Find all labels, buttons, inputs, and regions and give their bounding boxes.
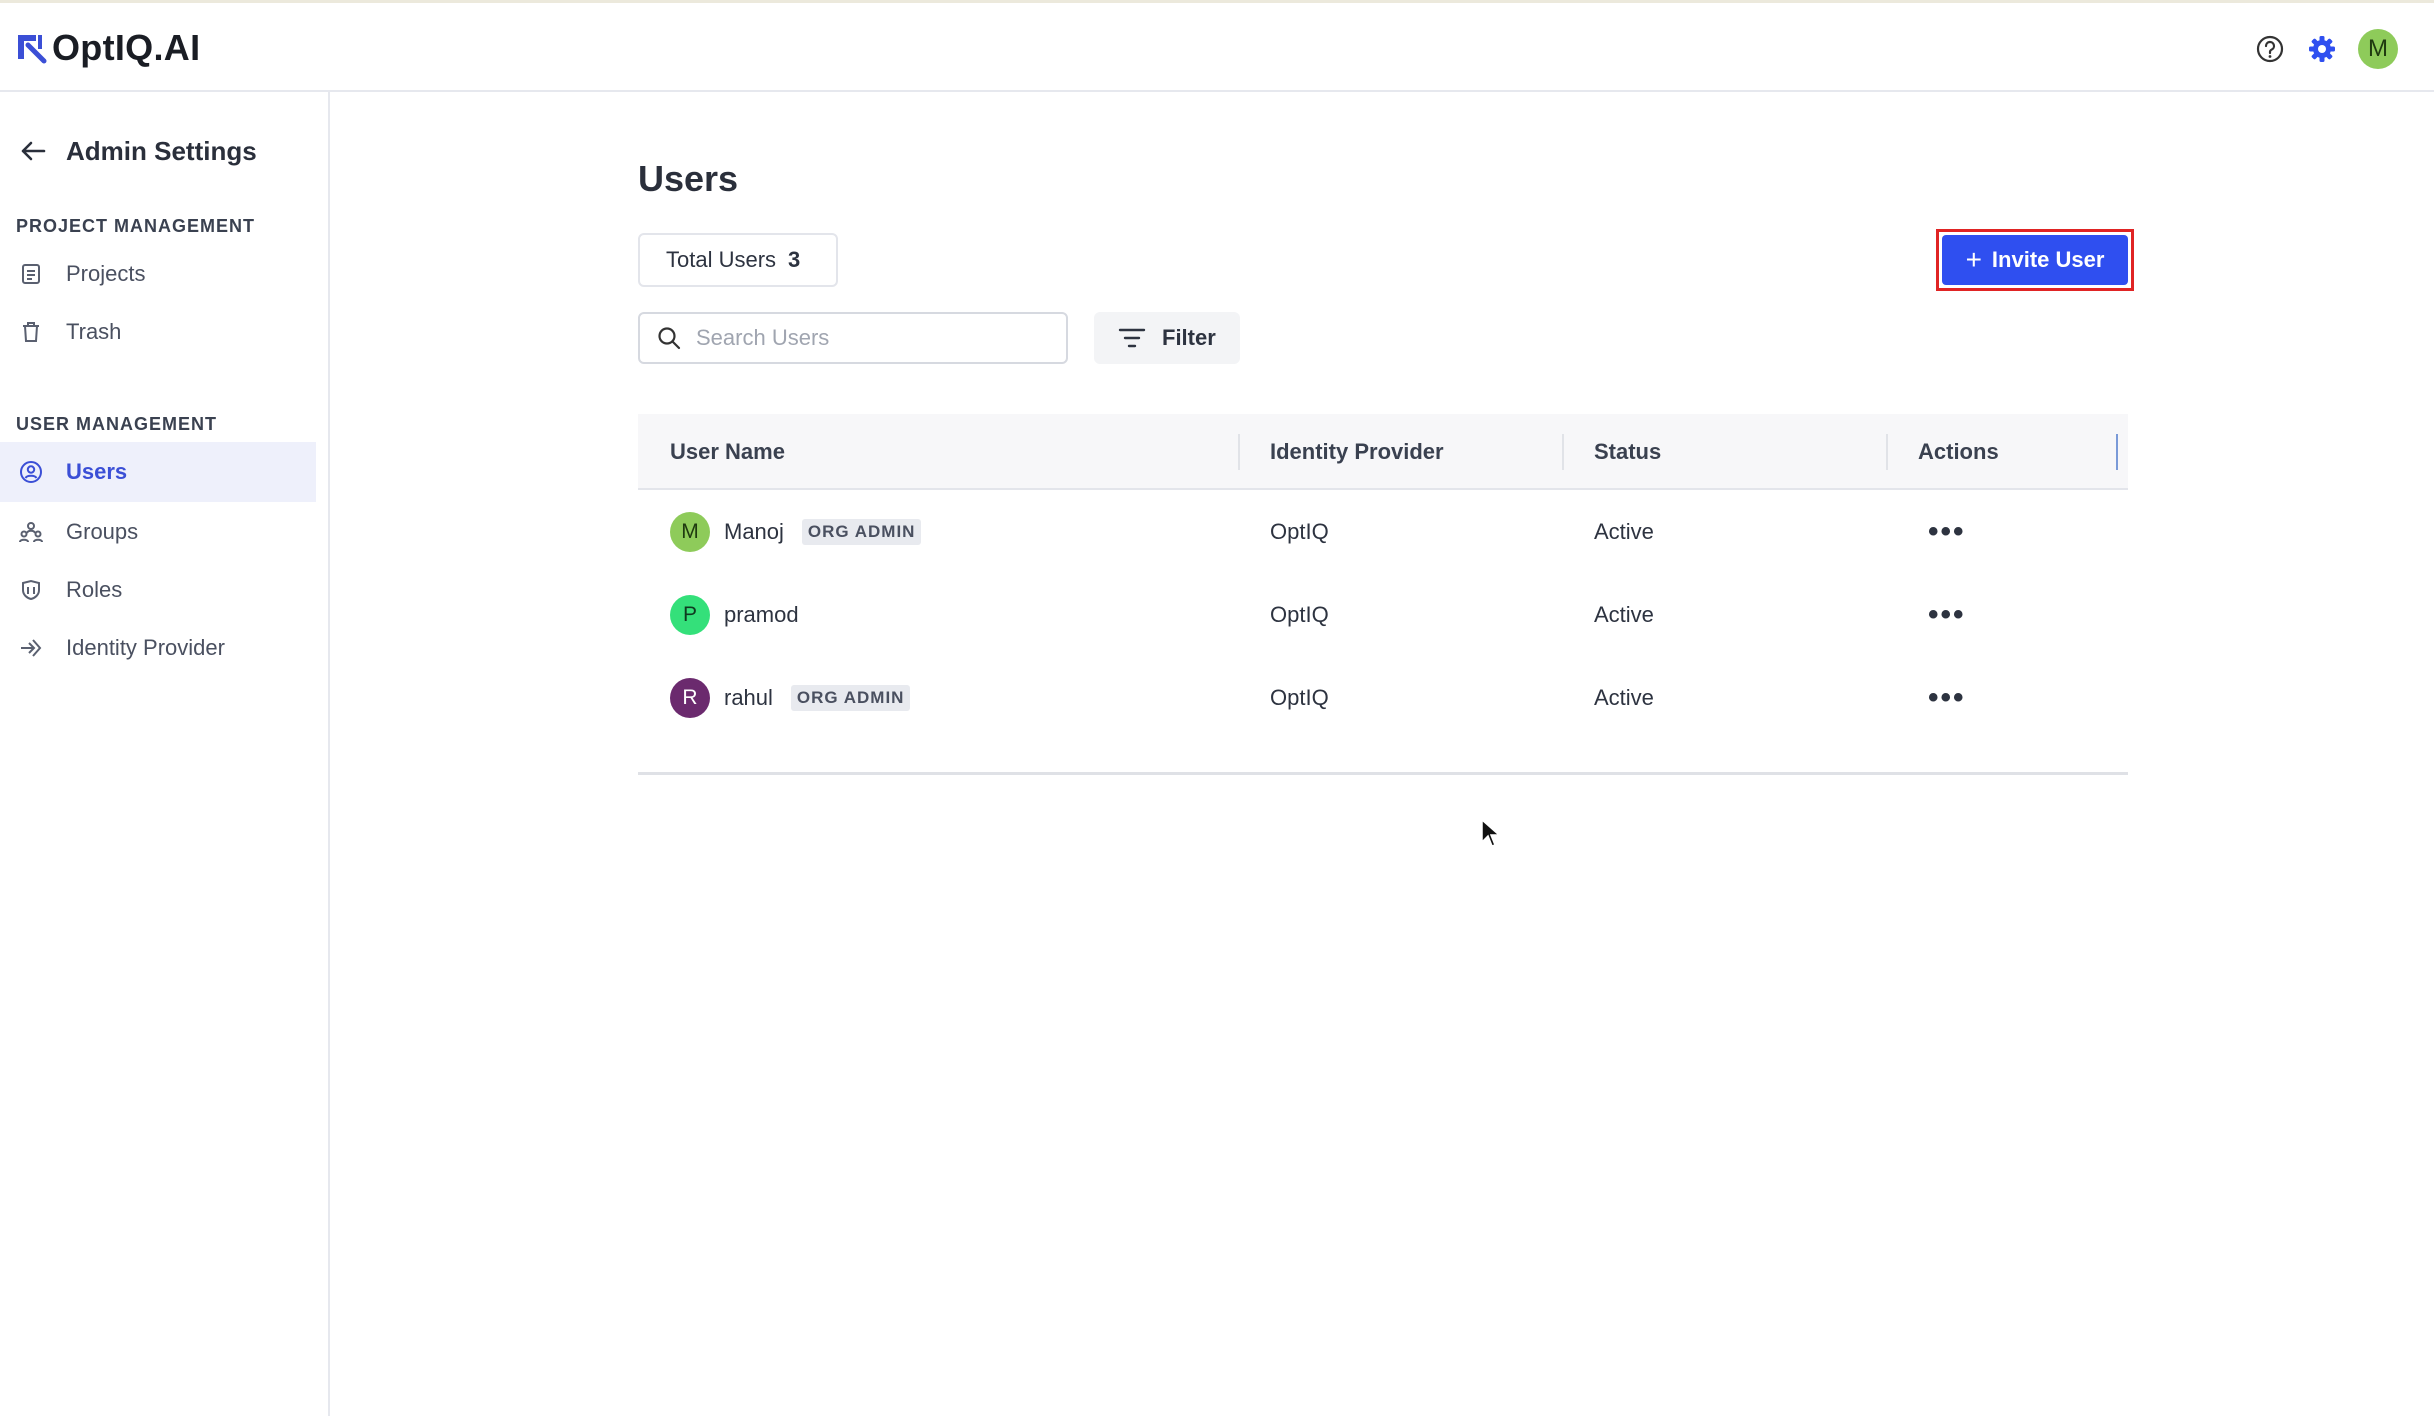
sidebar-item-label: Roles (66, 577, 123, 602)
sidebar-item-label: Groups (66, 519, 139, 544)
groups-icon (18, 519, 44, 545)
arrow-left-icon[interactable] (16, 134, 50, 168)
top-actions: M (2254, 29, 2398, 69)
table-row: P pramod OptIQ Active ••• (638, 573, 2128, 656)
projects-icon (18, 261, 44, 287)
identity-provider-cell: OptIQ (1270, 684, 1329, 710)
status-cell: Active (1594, 684, 1654, 710)
table-header: User Name Identity Provider Status Actio… (638, 414, 2128, 490)
total-users-label: Total Users (666, 247, 777, 272)
column-resize-handle[interactable] (2116, 434, 2118, 470)
role-badge: ORG ADMIN (790, 684, 911, 711)
user-name-cell: M Manoj ORG ADMIN (670, 490, 922, 573)
trash-icon (18, 319, 44, 345)
help-icon[interactable] (2254, 33, 2286, 65)
sidebar-item-trash[interactable]: Trash (0, 302, 316, 362)
more-options-icon[interactable]: ••• (1928, 599, 1966, 630)
user-name: pramod (724, 601, 799, 627)
app-logo[interactable]: OptIQ.AI (14, 25, 200, 71)
sidebar-item-identity-provider[interactable]: Identity Provider (0, 618, 316, 678)
user-avatar[interactable]: M (2358, 29, 2398, 69)
more-options-icon[interactable]: ••• (1928, 682, 1966, 713)
user-name-cell: R rahul ORG ADMIN (670, 656, 911, 739)
column-header-user-name[interactable]: User Name (670, 414, 785, 490)
status-cell: Active (1594, 601, 1654, 627)
identity-provider-icon (18, 635, 44, 661)
logo-mark-icon (18, 35, 47, 64)
sidebar-item-groups[interactable]: Groups (0, 502, 316, 562)
row-actions[interactable]: ••• (1928, 656, 1966, 739)
mouse-cursor-icon (1481, 818, 1501, 847)
column-header-actions: Actions (1918, 439, 1999, 464)
status-cell: Active (1594, 518, 1654, 544)
table-row: M Manoj ORG ADMIN OptIQ Active ••• (638, 490, 2128, 573)
sidebar: Admin Settings PROJECT MANAGEMENT Projec… (0, 92, 330, 1416)
logo-text: OptIQ.AI (52, 27, 201, 68)
sidebar-item-users[interactable]: Users (0, 442, 316, 502)
filter-label: Filter (1162, 325, 1216, 350)
column-divider (1238, 434, 1240, 470)
roles-icon (18, 577, 44, 603)
identity-provider-cell: OptIQ (1270, 518, 1329, 544)
invite-user-label: Invite User (1991, 247, 2105, 272)
table-row: R rahul ORG ADMIN OptIQ Active ••• (638, 656, 2128, 739)
user-name: Manoj (724, 518, 784, 544)
total-users-count: 3 (788, 247, 801, 272)
sidebar-item-roles[interactable]: Roles (0, 560, 316, 620)
users-icon (18, 459, 44, 485)
total-users-chip: Total Users 3 (638, 233, 838, 287)
admin-settings-title: Admin Settings (66, 135, 257, 166)
user-name: rahul (724, 684, 773, 710)
identity-provider-cell: OptIQ (1270, 601, 1329, 627)
invite-user-highlight: + Invite User (1936, 229, 2134, 291)
settings-gear-icon[interactable] (2306, 33, 2338, 65)
search-box[interactable] (638, 312, 1068, 364)
avatar: P (670, 594, 710, 635)
invite-user-button[interactable]: + Invite User (1942, 235, 2128, 285)
page-title: Users (638, 158, 739, 199)
top-bar: OptIQ.AI M (0, 0, 2434, 92)
column-divider (1562, 434, 1564, 470)
back-to-admin-settings[interactable]: Admin Settings (16, 134, 257, 168)
avatar: M (670, 511, 710, 552)
column-header-status[interactable]: Status (1594, 414, 1661, 490)
filter-icon (1118, 326, 1146, 350)
row-actions[interactable]: ••• (1928, 490, 1966, 573)
sidebar-item-label: Users (66, 459, 128, 484)
more-options-icon[interactable]: ••• (1928, 516, 1966, 547)
user-name-cell: P pramod (670, 573, 799, 656)
role-badge: ORG ADMIN (801, 518, 922, 545)
search-input[interactable] (696, 325, 1056, 351)
table-bottom-divider (638, 772, 2128, 775)
sidebar-item-label: Projects (66, 261, 146, 286)
column-divider (1886, 434, 1888, 470)
avatar: R (670, 677, 710, 718)
plus-icon: + (1965, 244, 1982, 275)
section-label-user-management: USER MANAGEMENT (16, 414, 218, 434)
sidebar-item-projects[interactable]: Projects (0, 244, 316, 304)
sidebar-item-label: Identity Provider (66, 635, 225, 660)
sidebar-item-label: Trash (66, 319, 122, 344)
column-header-identity-provider[interactable]: Identity Provider (1270, 414, 1444, 490)
search-icon (656, 325, 682, 351)
row-actions[interactable]: ••• (1928, 573, 1966, 656)
section-label-project-management: PROJECT MANAGEMENT (16, 216, 256, 236)
filter-button[interactable]: Filter (1094, 312, 1240, 364)
users-table: User Name Identity Provider Status Actio… (638, 414, 2128, 739)
